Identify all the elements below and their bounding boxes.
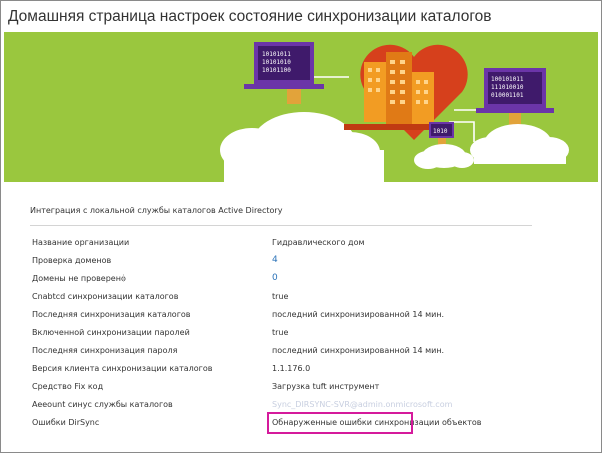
table-row: Средство Fix код Загрузка tuft инструмен… <box>1 378 601 396</box>
row-value-last-dirsync: последний синхронизированной 14 мин. <box>272 310 445 319</box>
row-label-client-version: Версия клиента синхронизации каталогов <box>32 364 213 373</box>
small-cloud-icon <box>414 144 474 169</box>
laptop-code-line-2: 10101010 <box>262 59 291 66</box>
hero-banner: 10101011 10101010 10101100 1010 10010101… <box>4 32 598 182</box>
row-value-organization-name: Гидравлического дом <box>272 238 365 247</box>
row-label-last-dirsync: Последняя синхронизация каталогов <box>32 310 191 319</box>
row-label-dirsync-enabled: Cnabtcd синхронизации каталогов <box>32 292 179 301</box>
laptop-code-line-1: 10101011 <box>262 51 291 58</box>
left-cloud-icon <box>220 112 384 182</box>
page-title: Домашняя страница настроек состояние син… <box>8 8 492 25</box>
download-tool-link[interactable]: Загрузка tuft инструмент <box>272 382 379 391</box>
row-label-unverified-domains: Домены не проверено <box>32 274 126 283</box>
window: Домашняя страница настроек состояние син… <box>0 0 602 453</box>
row-label-service-account: Aeeount синус службы каталогов <box>32 400 173 409</box>
highlight-box <box>267 412 413 434</box>
row-value-client-version: 1.1.176.0 <box>272 364 311 373</box>
right-cloud-icon <box>470 124 569 164</box>
table-row: Версия клиента синхронизации каталогов 1… <box>1 360 601 378</box>
row-value-last-password-sync: последний синхронизированной 14 мин. <box>272 346 445 355</box>
sync-illustration: 10101011 10101010 10101100 1010 10010101… <box>220 42 569 182</box>
table-row: Cnabtcd синхронизации каталогов true <box>1 288 601 306</box>
row-value-password-sync-enabled: true <box>272 328 289 337</box>
table-row: Последняя синхронизация пароля последний… <box>1 342 601 360</box>
row-label-dirsync-errors: Ошибки DirSync <box>32 418 100 427</box>
small-device-code: 1010 <box>433 128 448 135</box>
left-laptop-icon: 10101011 10101010 10101100 <box>244 42 324 104</box>
row-value-service-account: Sync_DIRSYNC-SVR@admin.onmicrosoft.com <box>272 400 453 409</box>
right-laptop-code-line-2: 111010010 <box>491 84 524 91</box>
table-row: Включенной синхронизации паролей true <box>1 324 601 342</box>
table-row: Домены не проверено 0 <box>1 270 601 288</box>
row-value-dirsync-enabled: true <box>272 292 289 301</box>
unverified-domains-link[interactable]: 0 <box>272 273 278 283</box>
laptop-code-line-3: 10101100 <box>262 67 291 74</box>
row-label-organization-name: Название организации <box>32 238 130 247</box>
section-divider <box>30 225 532 226</box>
right-laptop-code-line-1: 100101011 <box>491 76 524 83</box>
row-label-verified-domains: Проверка доменов <box>32 256 112 265</box>
row-label-last-password-sync: Последняя синхронизация пароля <box>32 346 178 355</box>
verified-domains-link[interactable]: 4 <box>272 255 278 265</box>
right-laptop-icon: 100101011 111010010 010001101 <box>476 68 554 128</box>
divider-mark <box>123 274 124 282</box>
right-laptop-code-line-3: 010001101 <box>491 92 524 99</box>
row-label-password-sync-enabled: Включенной синхронизации паролей <box>32 328 190 337</box>
table-row: Последняя синхронизация каталогов послед… <box>1 306 601 324</box>
section-heading: Интеграция с локальной службы каталогов … <box>30 206 283 215</box>
row-label-fix-tool: Средство Fix код <box>32 382 104 391</box>
table-row: Проверка доменов 4 <box>1 252 601 270</box>
table-row: Название организации Гидравлического дом <box>1 234 601 252</box>
